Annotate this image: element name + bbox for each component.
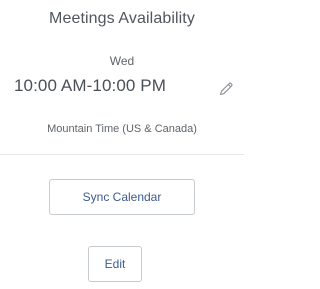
edit-button[interactable]: Edit bbox=[88, 246, 142, 282]
sync-calendar-button[interactable]: Sync Calendar bbox=[49, 179, 195, 215]
availability-timezone: Mountain Time (US & Canada) bbox=[47, 123, 197, 135]
panel-title: Meetings Availability bbox=[49, 10, 195, 27]
pencil-icon-graphic bbox=[219, 82, 233, 96]
availability-day: Wed bbox=[109, 54, 135, 68]
availability-time-row: 10:00 AM-10:00 PM bbox=[14, 76, 244, 98]
divider bbox=[0, 154, 244, 155]
availability-time-range: 10:00 AM-10:00 PM bbox=[14, 76, 166, 95]
pencil-icon[interactable] bbox=[216, 79, 236, 99]
meetings-availability-panel: Meetings Availability Wed 10:00 AM-10:00… bbox=[0, 0, 244, 289]
